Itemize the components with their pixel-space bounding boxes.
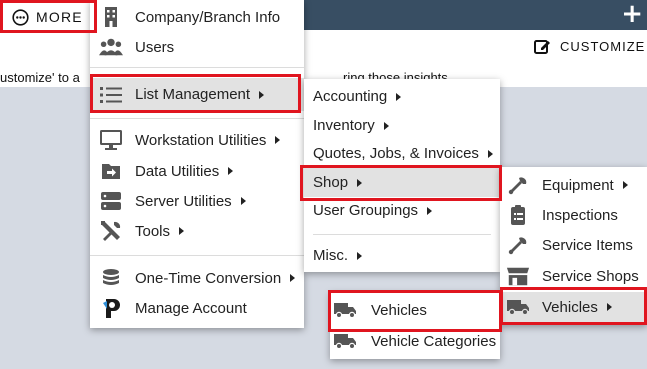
storefront-icon (506, 264, 530, 288)
menu-item-label: Server Utilities (135, 192, 232, 210)
truck-icon (333, 298, 357, 322)
menu-item-data-utilities[interactable]: Data Utilities (90, 156, 304, 186)
menu-item-inspections[interactable]: Inspections (500, 200, 647, 230)
menu-item-label: Users (135, 38, 175, 56)
menu-item-label: One-Time Conversion (135, 269, 282, 287)
menu-item-misc[interactable]: Misc. (304, 241, 500, 270)
chevron-right-icon (487, 149, 493, 158)
menu-item-label: User Groupings (313, 202, 419, 219)
chevron-right-icon (357, 178, 363, 187)
chevron-right-icon (606, 303, 612, 311)
menu-item-shop[interactable]: Shop (304, 168, 500, 197)
menu-item-accounting[interactable]: Accounting (304, 82, 500, 111)
edit-icon (534, 40, 550, 54)
menu-item-label: Inspections (542, 206, 618, 224)
chevron-right-icon (259, 90, 265, 99)
menu-item-equipment[interactable]: Equipment (500, 170, 647, 200)
building-icon (99, 5, 123, 29)
menu-divider (90, 67, 304, 68)
customize-button[interactable]: CUSTOMIZE (533, 37, 645, 56)
menu-item-label: Workstation Utilities (135, 131, 267, 149)
menu-item-label: Equipment (542, 176, 614, 194)
menu-item-company-branch-info[interactable]: Company/Branch Info (90, 2, 304, 32)
menu-item-users[interactable]: Users (90, 32, 304, 62)
wrench-icon (506, 173, 530, 197)
menu-item-quotes-jobs-invoices[interactable]: Quotes, Jobs, & Invoices (304, 139, 500, 168)
chevron-right-icon (427, 206, 433, 215)
chevron-right-icon (357, 251, 362, 260)
info-text-left: ustomize' to a (0, 70, 80, 85)
chevron-right-icon (383, 121, 389, 130)
server-icon (99, 189, 123, 213)
account-icon (99, 296, 123, 320)
customize-label: CUSTOMIZE (560, 39, 646, 54)
menu-item-label: Data Utilities (135, 162, 220, 180)
menu-item-label: Company/Branch Info (135, 8, 281, 26)
data-import-icon (99, 159, 123, 183)
menu-item-label: Service Shops (542, 267, 639, 285)
menu-item-label: Tools (135, 222, 171, 240)
menu-item-tools[interactable]: Tools (90, 216, 304, 246)
menu-item-vehicles-list[interactable]: Vehicles (330, 295, 500, 325)
chevron-right-icon (290, 274, 296, 282)
tools-icon (99, 219, 123, 243)
menu-item-label: Accounting (313, 88, 388, 105)
more-button[interactable]: MORE (2, 3, 95, 31)
chevron-right-icon (622, 181, 628, 189)
users-icon (99, 35, 123, 59)
menu-item-one-time-conversion[interactable]: One-Time Conversion (90, 263, 304, 293)
chevron-right-icon (228, 167, 234, 175)
menu-item-label: Quotes, Jobs, & Invoices (313, 145, 479, 162)
list-management-submenu: Accounting Inventory Quotes, Jobs, & Inv… (304, 79, 500, 272)
menu-item-inventory[interactable]: Inventory (304, 111, 500, 140)
database-icon (99, 266, 123, 290)
menu-item-label: Service Items (542, 236, 633, 254)
menu-item-service-shops[interactable]: Service Shops (500, 261, 647, 291)
truck-icon (506, 295, 530, 319)
chevron-right-icon (240, 197, 246, 205)
wrench-icon (506, 233, 530, 257)
menu-item-label: Manage Account (135, 299, 247, 317)
menu-item-label: Vehicles (371, 301, 427, 319)
chevron-right-icon (179, 227, 185, 235)
monitor-icon (99, 128, 123, 152)
menu-item-service-items[interactable]: Service Items (500, 230, 647, 260)
menu-item-server-utilities[interactable]: Server Utilities (90, 186, 304, 216)
menu-item-list-management[interactable]: List Management (90, 78, 304, 111)
clipboard-icon (506, 203, 530, 227)
menu-divider (90, 118, 304, 119)
menu-item-label: Misc. (313, 247, 348, 264)
more-dots-icon (12, 8, 29, 26)
truck-icon (333, 329, 357, 353)
menu-item-label: Vehicle Categories (371, 332, 497, 350)
menu-divider (313, 234, 491, 235)
menu-item-label: Shop (313, 174, 349, 191)
menu-item-label: Inventory (313, 117, 375, 134)
chevron-right-icon (275, 136, 281, 144)
more-menu: Company/Branch Info Users List Managemen… (90, 0, 304, 328)
menu-item-label: List Management (135, 86, 251, 103)
chevron-right-icon (396, 92, 402, 101)
shop-submenu: Equipment Inspections Service Items Serv… (500, 167, 647, 325)
list-icon (99, 83, 123, 107)
menu-item-manage-account[interactable]: Manage Account (90, 293, 304, 323)
menu-item-workstation-utilities[interactable]: Workstation Utilities (90, 125, 304, 155)
menu-item-vehicle-categories[interactable]: Vehicle Categories (330, 326, 500, 356)
menu-item-user-groupings[interactable]: User Groupings (304, 196, 500, 225)
add-icon[interactable]: + (621, 1, 643, 27)
menu-item-vehicles[interactable]: Vehicles (500, 292, 647, 322)
menu-divider (90, 255, 304, 256)
vehicles-submenu: Vehicles Vehicle Categories (330, 292, 500, 359)
menu-item-label: Vehicles (542, 298, 598, 316)
more-button-label: MORE (36, 9, 83, 25)
